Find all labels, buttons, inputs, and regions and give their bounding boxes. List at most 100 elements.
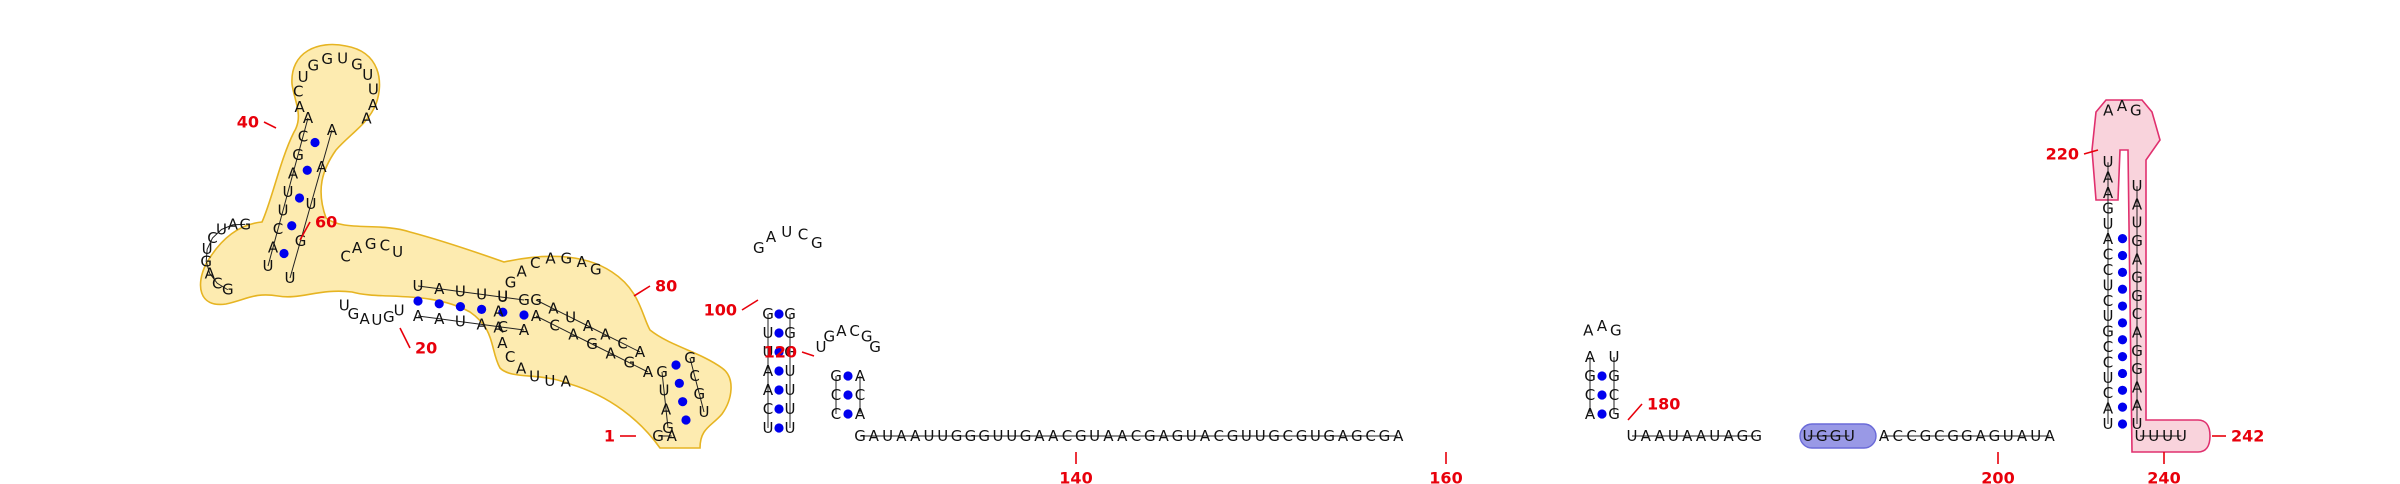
nucleotide-62: C (831, 405, 841, 423)
nucleotide-212: G (222, 281, 234, 299)
nucleotide-layer: GAGAUAAUUGGGUUGAACGUAACGAGUACGUUGCGUGAGC… (200, 50, 2187, 445)
nucleotide-170: U (565, 308, 576, 326)
nucleotide-112: U (2103, 415, 2114, 433)
nucleotide-144: A (2103, 101, 2114, 119)
nucleotide-199: C (498, 318, 508, 336)
highlight-region-yellow (199, 43, 732, 449)
nucleotide-206: U (394, 301, 405, 319)
nucleotide-60: C (798, 225, 808, 243)
nucleotide-73: G (869, 338, 881, 356)
nucleotide-219: A (228, 216, 239, 234)
nucleotide-46: A (763, 362, 774, 380)
nucleotide-104: G (1947, 427, 1959, 445)
base-pair-dot (2117, 368, 2128, 379)
nucleotide-116: C (2103, 353, 2113, 371)
nucleotide-158: G (684, 349, 696, 367)
nucleotide-136: C (2132, 305, 2142, 323)
rna-secondary-structure-diagram: GAGAUAAUUGGGUUGAACGUAACGAGUACGUUGCGUGAGC… (199, 43, 2264, 484)
pos-180-label: 180 (1647, 395, 1680, 414)
nucleotide-122: C (2103, 261, 2113, 279)
nucleotide-171: A (548, 300, 559, 318)
nucleotide-100: C (1893, 427, 1903, 445)
nucleotide-85: U (1627, 427, 1638, 445)
nucleotide-3: G (854, 427, 866, 445)
base-pair-dot (681, 415, 691, 425)
nucleotide-78: G (1608, 405, 1620, 423)
nucleotide-7: A (910, 427, 921, 445)
nucleotide-115: U (2103, 369, 2114, 387)
nucleotide-134: G (2131, 342, 2143, 360)
nucleotide-193: U (497, 288, 508, 306)
base-pair-dot (2117, 335, 2128, 345)
base-pair-dot (2117, 284, 2128, 294)
nucleotide-26: G (1172, 427, 1184, 445)
nucleotide-59: U (781, 223, 792, 241)
nucleotide-186: G (561, 249, 573, 267)
base-pair-dot (2117, 352, 2128, 362)
nucleotide-38: A (1338, 427, 1349, 445)
pos-80-tick (633, 285, 651, 297)
nucleotide-117: C (2103, 338, 2113, 356)
nucleotide-154: G (656, 363, 668, 381)
nucleotide-95: U (1803, 427, 1814, 445)
base-pair-dot (843, 371, 853, 381)
nucleotide-10: G (951, 427, 963, 445)
base-pair-dot (671, 360, 681, 370)
nucleotide-70: A (836, 322, 847, 340)
pos-140-label: 140 (1059, 469, 1092, 484)
base-pair-dot (843, 409, 853, 419)
nucleotide-198: A (476, 315, 487, 333)
base-pair-dot (843, 390, 853, 400)
nucleotide-176: A (516, 359, 527, 377)
nucleotide-23: C (1131, 427, 1141, 445)
nucleotide-142: A (2132, 195, 2143, 213)
nucleotide-33: G (1268, 427, 1280, 445)
base-pair-dot (774, 366, 784, 376)
nucleotide-174: U (544, 372, 555, 390)
nucleotide-86: A (1641, 427, 1652, 445)
base-pair-dot (2117, 301, 2128, 311)
nucleotide-75: C (1585, 386, 1595, 404)
nucleotide-141: U (2132, 214, 2143, 232)
nucleotide-191: U (455, 283, 466, 301)
base-pair-dot (2117, 419, 2128, 429)
nucleotide-120: C (2103, 292, 2113, 310)
nucleotide-101: C (1906, 427, 1916, 445)
nucleotide-205: U (392, 243, 403, 261)
nucleotide-192: U (476, 285, 487, 303)
nucleotide-155: U (699, 403, 710, 421)
nucleotide-159: A (643, 363, 654, 381)
nucleotide-92: A (1723, 427, 1734, 445)
nucleotide-39: G (1351, 427, 1363, 445)
nucleotide-69: G (823, 328, 835, 346)
nucleotide-20: U (1089, 427, 1100, 445)
nucleotide-226: A (288, 165, 299, 183)
nucleotide-88: U (1668, 427, 1679, 445)
nucleotide-165: A (531, 307, 542, 325)
nucleotide-83: A (1597, 317, 1608, 335)
nucleotide-137: G (2131, 287, 2143, 305)
nucleotide-71: C (849, 322, 859, 340)
base-pair-dot (2117, 318, 2128, 328)
nucleotide-151: G (662, 419, 674, 437)
nucleotide-28: A (1200, 427, 1211, 445)
base-pair-dot (455, 302, 465, 312)
nucleotide-208: U (371, 311, 382, 329)
nucleotide-35: G (1296, 427, 1308, 445)
base-pair-dot (1597, 409, 1607, 419)
nucleotide-87: A (1654, 427, 1665, 445)
nucleotide-93: G (1737, 427, 1749, 445)
nucleotide-17: A (1048, 427, 1059, 445)
nucleotide-227: G (292, 146, 304, 164)
nucleotide-203: G (365, 235, 377, 253)
nucleotide-16: A (1034, 427, 1045, 445)
pos-100-tick (741, 299, 759, 311)
nucleotide-164: C (549, 316, 559, 334)
nucleotide-105: G (1961, 427, 1973, 445)
nucleotide-110: U (2030, 427, 2041, 445)
nucleotide-22: A (1117, 427, 1128, 445)
nucleotide-57: G (753, 239, 765, 257)
nucleotide-207: G (383, 308, 395, 326)
highlight-layer (199, 43, 2211, 453)
nucleotide-18: C (1062, 427, 1072, 445)
